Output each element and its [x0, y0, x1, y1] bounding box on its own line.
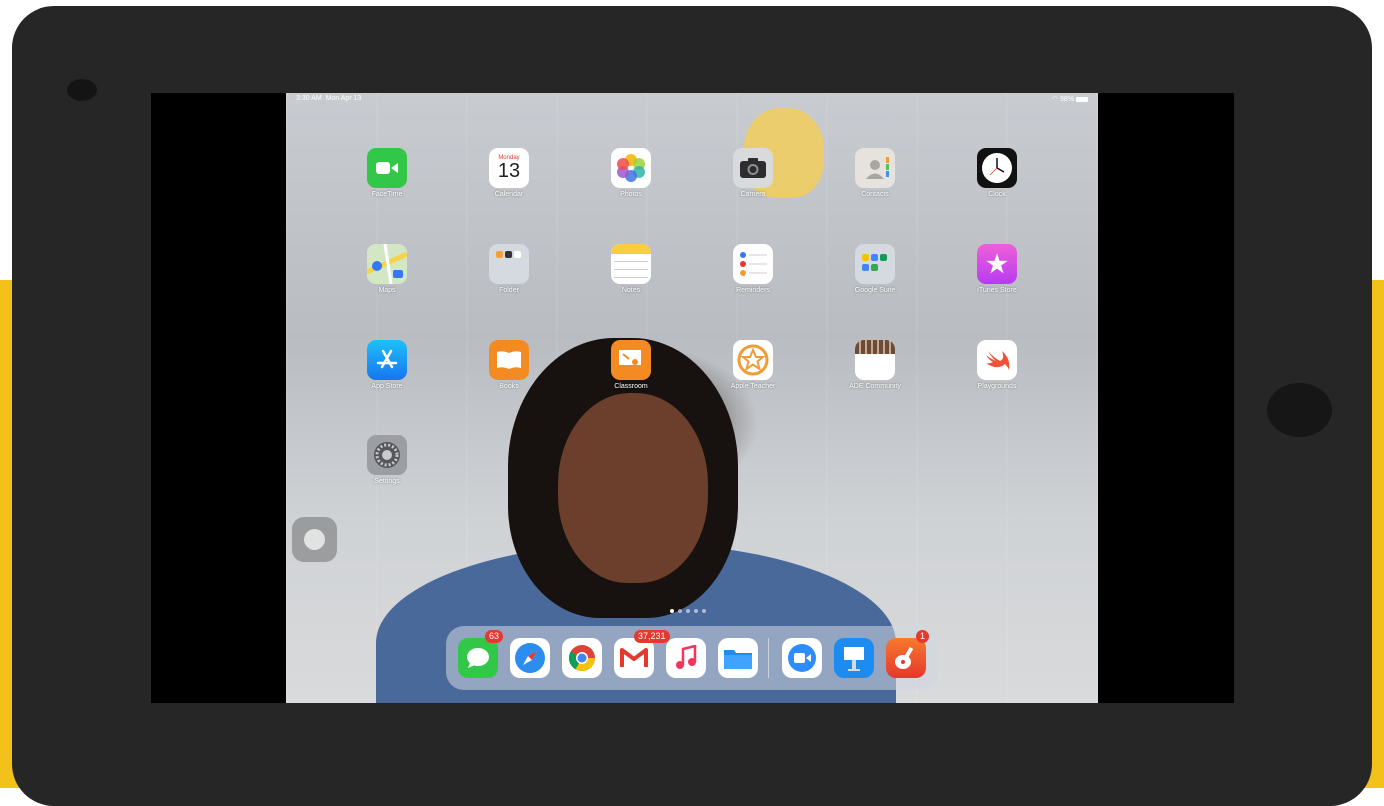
swift-playgrounds-icon: [977, 340, 1017, 380]
dock-divider: [768, 638, 769, 678]
clock-icon: [977, 148, 1017, 188]
zoom-icon[interactable]: [782, 638, 822, 678]
ade-community-icon: [855, 340, 895, 380]
messages-icon[interactable]: 63: [458, 630, 504, 678]
garageband-badge: 1: [916, 630, 930, 643]
app-store-icon: [367, 340, 407, 380]
facetime-icon: [367, 148, 407, 188]
app-contacts[interactable]: Contacts: [835, 148, 915, 198]
photos-icon: [611, 148, 651, 188]
gmail-icon[interactable]: 37,231: [614, 630, 670, 678]
files-icon[interactable]: [718, 638, 758, 678]
app-facetime[interactable]: FaceTime: [347, 148, 427, 198]
app-calendar[interactable]: Monday 13 Calendar: [469, 148, 549, 198]
keynote-icon[interactable]: [834, 638, 874, 678]
safari-icon[interactable]: [510, 638, 550, 678]
settings-icon: [367, 435, 407, 475]
garageband-icon[interactable]: 1: [886, 630, 930, 678]
status-battery: ◠ 98%: [1052, 95, 1088, 103]
wifi-icon: ◠: [1051, 96, 1059, 103]
page-dot[interactable]: [686, 609, 690, 613]
maps-icon: [367, 244, 407, 284]
page-indicator[interactable]: [670, 609, 706, 615]
books-icon: [489, 340, 529, 380]
app-ade-community[interactable]: ADE Community: [835, 340, 915, 390]
status-time-date: 3:30 AM Mon Apr 13: [296, 95, 362, 102]
home-screen: 3:30 AM Mon Apr 13 ◠ 98% FaceTime Monday…: [286, 93, 1098, 703]
chrome-icon[interactable]: [562, 638, 602, 678]
app-books[interactable]: Books: [469, 340, 549, 390]
itunes-store-icon: ★: [977, 244, 1017, 284]
calendar-icon: Monday 13: [489, 148, 529, 188]
battery-icon: [1076, 96, 1088, 102]
page-dot[interactable]: [702, 609, 706, 613]
apple-teacher-icon: [733, 340, 773, 380]
page-dot[interactable]: [694, 609, 698, 613]
app-itunes-store[interactable]: ★ iTunes Store: [957, 244, 1037, 294]
notes-icon: [611, 244, 651, 284]
reminders-icon: [733, 244, 773, 284]
app-clock[interactable]: Clock: [957, 148, 1037, 198]
app-classroom[interactable]: Classroom: [591, 340, 671, 390]
app-camera[interactable]: Camera: [713, 148, 793, 198]
page-dot[interactable]: [670, 609, 674, 613]
music-icon[interactable]: [666, 638, 706, 678]
folder-icon: [489, 244, 529, 284]
dock: 63 37,231 1: [446, 626, 938, 690]
gmail-badge: 37,231: [634, 630, 670, 643]
messages-badge: 63: [485, 630, 504, 643]
page-dot[interactable]: [678, 609, 682, 613]
front-camera: [67, 79, 97, 101]
assistive-touch-button[interactable]: [292, 517, 337, 562]
app-folder[interactable]: Folder: [469, 244, 549, 294]
assistive-touch-icon: [304, 529, 325, 550]
status-bar: 3:30 AM Mon Apr 13 ◠ 98%: [296, 95, 1088, 107]
app-maps[interactable]: Maps: [347, 244, 427, 294]
app-app-store[interactable]: App Store: [347, 340, 427, 390]
contacts-icon: [855, 148, 895, 188]
classroom-icon: [611, 340, 651, 380]
camera-icon: [733, 148, 773, 188]
app-playgrounds[interactable]: Playgrounds: [957, 340, 1037, 390]
app-settings[interactable]: Settings: [347, 435, 427, 485]
app-reminders[interactable]: Reminders: [713, 244, 793, 294]
app-photos[interactable]: Photos: [591, 148, 671, 198]
home-button[interactable]: [1267, 383, 1332, 437]
app-apple-teacher[interactable]: Apple Teacher: [713, 340, 793, 390]
google-suite-folder-icon: [855, 244, 895, 284]
wallpaper-person-face: [558, 393, 708, 583]
app-google-suite[interactable]: Google Suite: [835, 244, 915, 294]
app-notes[interactable]: Notes: [591, 244, 671, 294]
